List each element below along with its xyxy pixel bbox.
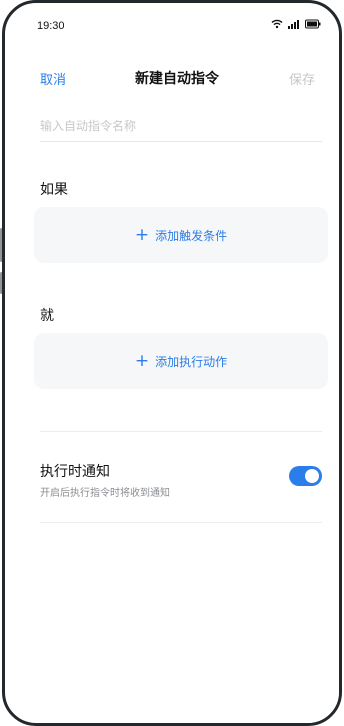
add-trigger-button[interactable]: + 添加触发条件 xyxy=(34,207,328,263)
status-icons xyxy=(271,19,321,29)
plus-icon: + xyxy=(134,224,150,245)
add-action-button[interactable]: + 添加执行动作 xyxy=(34,333,328,389)
nav-bar: 取消 新建自动指令 保存 xyxy=(15,61,339,91)
add-trigger-label: 添加触发条件 xyxy=(155,228,228,243)
status-time: 19:30 xyxy=(37,20,65,32)
plus-icon: + xyxy=(134,350,150,371)
signal-icon xyxy=(288,20,299,29)
save-button[interactable]: 保存 xyxy=(289,69,315,88)
command-name-input[interactable] xyxy=(40,111,322,142)
then-section-label: 就 xyxy=(40,308,54,324)
status-bar: 19:30 xyxy=(15,9,339,39)
if-section-label: 如果 xyxy=(40,182,68,198)
notify-title: 执行时通知 xyxy=(40,464,110,480)
divider xyxy=(40,431,322,432)
battery-icon xyxy=(305,19,321,29)
divider xyxy=(40,522,322,523)
phone-device: 19:30 取消 新建自动指令 保存 输入自动指令名称 如果 + 添加触发条件 … xyxy=(0,0,344,726)
add-action-label: 添加执行动作 xyxy=(155,354,228,369)
toggle-knob xyxy=(305,469,319,483)
screen: 19:30 取消 新建自动指令 保存 输入自动指令名称 如果 + 添加触发条件 … xyxy=(15,9,339,723)
phone-frame: 19:30 取消 新建自动指令 保存 输入自动指令名称 如果 + 添加触发条件 … xyxy=(2,0,342,726)
notify-toggle[interactable] xyxy=(289,466,322,486)
notify-subtitle: 开启后执行指令时将收到通知 xyxy=(40,488,170,499)
wifi-icon xyxy=(271,19,283,29)
